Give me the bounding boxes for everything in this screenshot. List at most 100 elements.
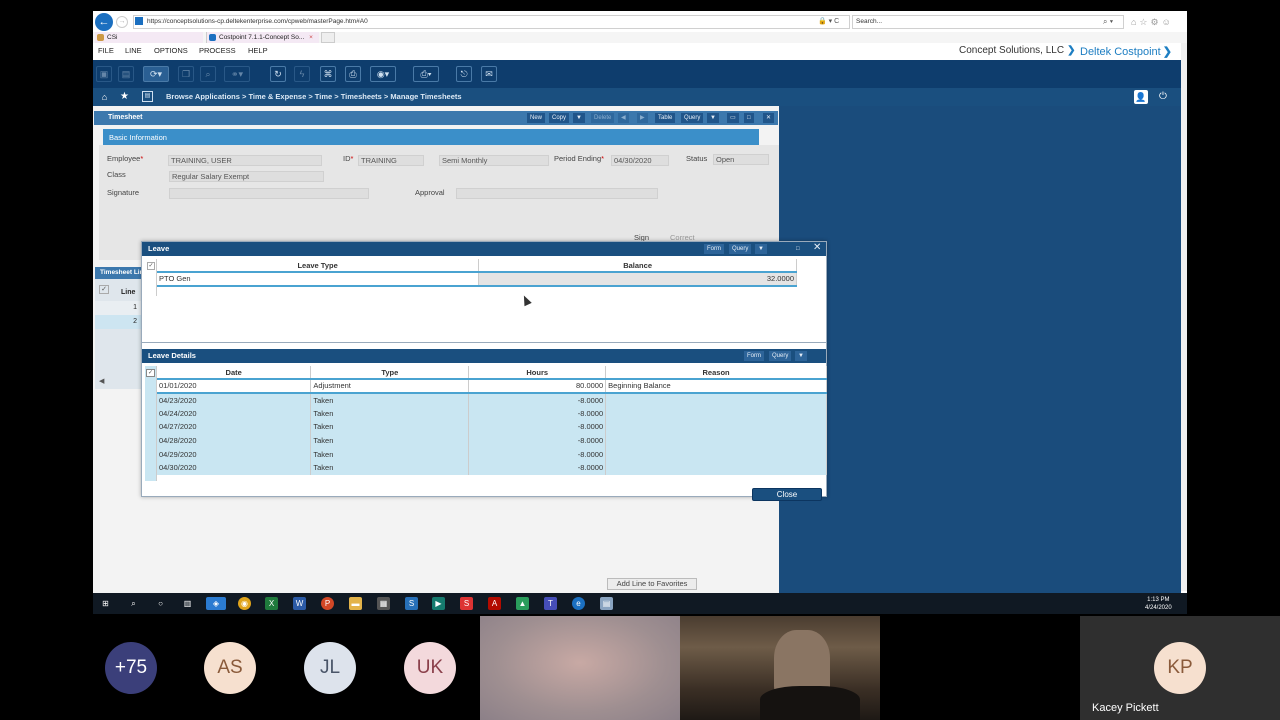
menu-line[interactable]: LINE: [125, 46, 142, 55]
search-icon[interactable]: ⌕: [127, 597, 140, 610]
leave-query-dropdown-icon[interactable]: ▼: [755, 244, 767, 254]
table-button[interactable]: Table: [655, 113, 676, 123]
windows-start-icon[interactable]: ⊞: [99, 597, 112, 610]
power-icon[interactable]: ⏻: [1156, 90, 1170, 104]
leave-select-all-checkbox[interactable]: ✓: [147, 262, 155, 270]
hours-cell[interactable]: -8.0000: [468, 420, 607, 434]
tab-csi[interactable]: CSi: [95, 32, 203, 43]
snagit-icon[interactable]: S: [460, 597, 473, 610]
reason-cell[interactable]: [605, 461, 827, 475]
save-continue-icon[interactable]: ▤: [118, 66, 134, 82]
leave-close-icon[interactable]: ✕: [810, 243, 824, 253]
task-view-icon[interactable]: ▥: [181, 597, 194, 610]
view-icon[interactable]: ◉▾: [370, 66, 396, 82]
id-field[interactable]: TRAINING: [358, 155, 424, 166]
leave-form-button[interactable]: Form: [704, 244, 724, 254]
query-button[interactable]: Query: [681, 113, 704, 123]
prev-icon[interactable]: ◀: [618, 113, 629, 123]
browser-icons[interactable]: ⌂☆⚙☺: [1131, 15, 1174, 29]
find-icon[interactable]: ⌕: [200, 66, 216, 82]
chat-icon[interactable]: ✉: [481, 66, 497, 82]
reason-cell[interactable]: [605, 420, 827, 434]
leave-maximize-icon[interactable]: □: [793, 244, 803, 254]
forward-icon[interactable]: →: [116, 16, 128, 28]
hours-cell[interactable]: -8.0000: [468, 433, 607, 448]
app-icon[interactable]: ▲: [516, 597, 529, 610]
hours-cell[interactable]: -8.0000: [468, 406, 607, 421]
browser-search-input[interactable]: Search...: [852, 15, 1124, 29]
printer-icon[interactable]: ⎙: [345, 66, 361, 82]
search-icon[interactable]: ⌕ ▾: [1103, 15, 1113, 29]
table-row[interactable]: 04/23/2020 Taken -8.0000: [157, 392, 827, 407]
class-field[interactable]: Regular Salary Exempt: [169, 171, 324, 182]
notepad-icon[interactable]: ▤: [600, 597, 613, 610]
query-dropdown-icon[interactable]: ▼: [707, 113, 719, 123]
close-button[interactable]: Close: [752, 488, 822, 501]
leave-type-cell[interactable]: PTO Gen: [157, 272, 480, 286]
participant-tile-kacey[interactable]: KP Kacey Pickett: [1080, 616, 1280, 720]
lightning-icon[interactable]: ϟ: [294, 66, 310, 82]
hours-cell[interactable]: -8.0000: [468, 447, 607, 462]
powerpoint-icon[interactable]: P: [321, 597, 334, 610]
select-all-checkbox[interactable]: ✓: [99, 285, 109, 294]
scrollbar[interactable]: [1181, 43, 1187, 591]
tab-costpoint[interactable]: Costpoint 7.1.1-Concept So... ×: [206, 32, 319, 43]
type-cell[interactable]: Taken: [310, 433, 470, 448]
execute-icon[interactable]: ↻: [270, 66, 286, 82]
cortana-icon[interactable]: ○: [154, 597, 167, 610]
excel-icon[interactable]: X: [265, 597, 278, 610]
type-cell[interactable]: Taken: [310, 392, 470, 407]
save-icon[interactable]: ▣: [96, 66, 112, 82]
date-header[interactable]: Date: [157, 366, 312, 379]
type-cell[interactable]: Taken: [310, 461, 470, 475]
new-button[interactable]: New: [527, 113, 546, 123]
date-cell[interactable]: 01/01/2020: [157, 379, 312, 393]
close-window-icon[interactable]: ✕: [763, 113, 775, 123]
hours-header[interactable]: Hours: [468, 366, 607, 379]
details-select-all-checkbox[interactable]: ✓: [146, 369, 155, 377]
active-app-icon[interactable]: ◈: [206, 597, 226, 610]
menu-file[interactable]: FILE: [98, 46, 114, 55]
add-line-to-favorites-button[interactable]: Add Line to Favorites: [607, 578, 697, 590]
teams-icon[interactable]: T: [544, 597, 557, 610]
reason-cell[interactable]: [605, 433, 827, 448]
user-icon[interactable]: 👤: [1134, 90, 1148, 104]
menu-options[interactable]: OPTIONS: [154, 46, 188, 55]
type-cell[interactable]: Taken: [310, 447, 470, 462]
file-explorer-icon[interactable]: ▬: [349, 597, 362, 610]
word-icon[interactable]: W: [293, 597, 306, 610]
details-query-dropdown-icon[interactable]: ▼: [795, 351, 807, 361]
date-cell[interactable]: 04/30/2020: [157, 461, 312, 475]
date-cell[interactable]: 04/27/2020: [157, 420, 312, 434]
type-cell[interactable]: Taken: [310, 420, 470, 434]
participant-avatar[interactable]: +75: [105, 642, 157, 694]
favorites-icon[interactable]: ★: [120, 91, 129, 103]
participant-video[interactable]: [680, 616, 880, 720]
address-controls[interactable]: 🔒 ▾ C: [818, 15, 839, 29]
next-icon[interactable]: ▶: [637, 113, 648, 123]
reason-cell[interactable]: [605, 392, 827, 407]
refresh-icon[interactable]: ⟳▾: [143, 66, 169, 82]
tree-icon[interactable]: ▤: [142, 91, 153, 102]
participant-avatar[interactable]: JL: [304, 642, 356, 694]
participant-avatar[interactable]: AS: [204, 642, 256, 694]
reason-cell[interactable]: [605, 406, 827, 421]
attachment-icon[interactable]: ⎋: [456, 66, 472, 82]
date-cell[interactable]: 04/24/2020: [157, 406, 312, 421]
address-bar[interactable]: https://conceptsolutions-cp.deltekenterp…: [133, 15, 850, 29]
table-row[interactable]: 2: [95, 315, 141, 329]
type-header[interactable]: Type: [310, 366, 470, 379]
minimize-icon[interactable]: ▭: [727, 113, 739, 123]
hours-cell[interactable]: 80.0000: [468, 379, 607, 393]
table-row[interactable]: 04/28/2020 Taken -8.0000: [157, 433, 827, 448]
binoculars-icon[interactable]: ⌘: [320, 66, 336, 82]
date-cell[interactable]: 04/23/2020: [157, 392, 312, 407]
scroll-left-icon[interactable]: ◀: [99, 377, 104, 385]
print-options-icon[interactable]: ⎙▾: [413, 66, 439, 82]
period-type-field[interactable]: Semi Monthly: [439, 155, 549, 166]
reason-header[interactable]: Reason: [605, 366, 827, 379]
period-ending-field[interactable]: 04/30/2020: [611, 155, 669, 166]
chrome-icon[interactable]: ◉: [238, 597, 251, 610]
internet-explorer-icon[interactable]: e: [572, 597, 585, 610]
table-row[interactable]: 04/27/2020 Taken -8.0000: [157, 420, 827, 434]
